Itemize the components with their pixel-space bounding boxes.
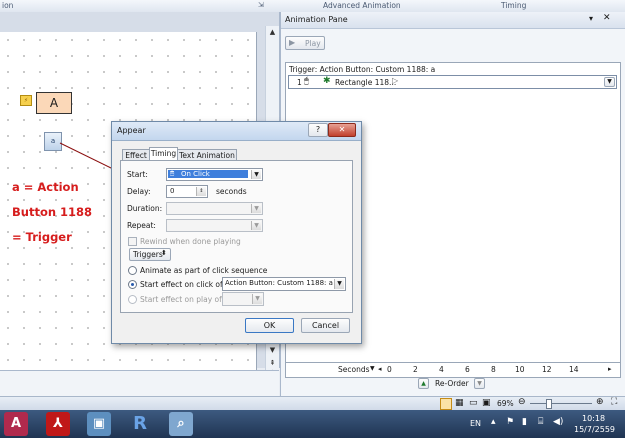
volume-icon[interactable]: ◀) [553,417,563,427]
trigger-header: Trigger: Action Button: Custom 1188: a [289,65,436,74]
start-selected-highlight: 🖱 On Click [168,169,248,178]
option-play-of-label: Start effect on play of: [140,295,225,304]
radio-click-sequence[interactable] [128,266,137,275]
delay-value: 0 [170,187,175,195]
start-dropdown-arrow[interactable]: ▼ [251,170,261,179]
normal-view-icon[interactable] [440,398,452,410]
photo-viewer-icon[interactable]: ▣ [87,412,111,436]
clock-time[interactable]: 10:18 [582,414,605,423]
acrobat-icon[interactable]: ⅄ [46,412,70,436]
seconds-dropdown[interactable]: Seconds [338,365,370,374]
timeline-tick: 14 [569,365,579,374]
zoom-in-icon[interactable]: ⊕ [596,397,604,407]
duration-select[interactable]: ▼ [166,202,263,215]
timeline-tick: 12 [542,365,552,374]
taskbar: A ⅄ ▣ R ⌕ EN ▴ ⚑ ▮ ⌸ ◀) 10:18 15/7/2559 [0,410,625,438]
mouse-icon: 🖱 [170,169,175,177]
battery-icon[interactable]: ▮ [522,417,527,427]
appear-effect-icon: ✱ [323,76,331,86]
appear-dialog: Appear ? ✕ Effect Timing Text Animation … [111,121,362,344]
zoom-out-icon[interactable]: ⊖ [518,397,526,407]
triggers-label: Triggers [133,250,163,259]
help-icon[interactable]: ? [308,123,328,137]
mouse-click-icon: 🖱 [304,76,309,85]
search-app-icon[interactable]: ⌕ [169,412,193,436]
status-bar: ▦ ▭ ▣ 69% ⊖ ⊕ ⛶ [0,396,625,411]
zoom-slider[interactable] [530,403,592,404]
triggers-button[interactable]: Triggers ⬍ [129,248,171,261]
option-sequence-label: Animate as part of click sequence [140,266,268,275]
dialog-close-icon[interactable]: ✕ [328,123,356,137]
rewind-checkbox[interactable] [128,237,137,246]
ok-button[interactable]: OK [245,318,294,333]
radio-play-of[interactable] [128,295,137,304]
move-down-icon[interactable]: ▼ [474,378,485,389]
flag-icon[interactable]: ⚑ [506,417,514,427]
start-select[interactable]: 🖱 On Click ▼ [166,168,263,181]
pane-options-icon[interactable]: ▾ [589,14,593,23]
item-dropdown-arrow[interactable]: ▼ [604,77,615,87]
item-label: Rectangle 118... [335,78,397,87]
reading-view-icon[interactable]: ▭ [469,398,478,408]
start-value: On Click [181,170,210,178]
repeat-label: Repeat: [127,221,156,230]
click-of-select[interactable]: Action Button: Custom 1188: a ▼ [222,277,346,291]
access-icon[interactable]: A [4,412,28,436]
dialog-title-bar: Appear ? ✕ [112,122,361,141]
duration-label: Duration: [127,204,163,213]
rewind-label: Rewind when done playing [140,237,241,246]
delay-spin-icon[interactable]: ⇕ [196,187,206,196]
play-button[interactable]: ▶ Play [285,36,325,50]
language-indicator[interactable]: EN [470,419,481,428]
play-icon: ▶ [289,38,296,47]
play-label: Play [305,39,321,48]
zoom-level[interactable]: 69% [497,399,514,408]
repeat-select[interactable]: ▼ [166,219,263,232]
pane-title-bar: Animation Pane ▾ ✕ [281,12,625,29]
start-label: Start: [127,170,148,179]
dialog-title: Appear [117,126,146,135]
r-icon[interactable]: R [128,412,152,436]
seconds-dropdown-arrow-icon[interactable]: ▼ [370,365,375,372]
timeline-bar[interactable]: Seconds ▼ ◂ 0 2 4 6 8 10 12 14 ▸ [285,362,621,378]
tab-timing[interactable]: Timing [149,147,178,161]
slideshow-icon[interactable]: ▣ [482,398,491,408]
fit-to-window-icon[interactable]: ⛶ [611,397,617,407]
timeline-tick: 10 [515,365,525,374]
close-icon[interactable]: ✕ [603,13,611,23]
timeline-right-icon[interactable]: ▸ [608,365,612,373]
option-click-of-label: Start effect on click of: [140,280,225,289]
timeline-tick: 8 [491,365,496,374]
radio-click-of[interactable] [128,280,137,289]
tray-expand-icon[interactable]: ▴ [491,417,496,427]
click-of-value: Action Button: Custom 1188: a [225,279,333,287]
timeline-tick: 4 [439,365,444,374]
reorder-label: Re-Order [435,379,469,388]
delay-label: Delay: [127,187,151,196]
play-of-dropdown-arrow[interactable]: ▼ [252,294,262,304]
cancel-button[interactable]: Cancel [301,318,350,333]
animation-item[interactable]: 1 🖱 ✱ Rectangle 118... ▷ ▼ [288,75,617,89]
clock-date[interactable]: 15/7/2559 [574,425,615,434]
timeline-tick: 2 [413,365,418,374]
network-icon[interactable]: ⌸ [538,417,543,427]
timeline-left-icon[interactable]: ◂ [378,365,382,373]
timing-bar-icon: ▷ [392,76,399,85]
play-of-select[interactable]: ▼ [222,292,264,306]
timeline-tick: 0 [387,365,392,374]
zoom-slider-thumb[interactable] [546,399,552,409]
timeline-tick: 6 [465,365,470,374]
delay-stepper[interactable]: 0 ⇕ [166,185,208,198]
pane-title: Animation Pane [285,15,348,24]
delay-unit: seconds [216,187,247,196]
move-up-icon[interactable]: ▲ [418,378,429,389]
item-number: 1 [297,78,302,87]
duration-dropdown-arrow[interactable]: ▼ [251,204,261,213]
repeat-dropdown-arrow[interactable]: ▼ [251,221,261,230]
timing-tab-panel: Start: 🖱 On Click ▼ Delay: 0 ⇕ seconds D… [120,160,353,313]
click-of-dropdown-arrow[interactable]: ▼ [334,279,344,289]
triggers-toggle-icon: ⬍ [161,249,167,257]
slide-sorter-icon[interactable]: ▦ [455,398,464,408]
